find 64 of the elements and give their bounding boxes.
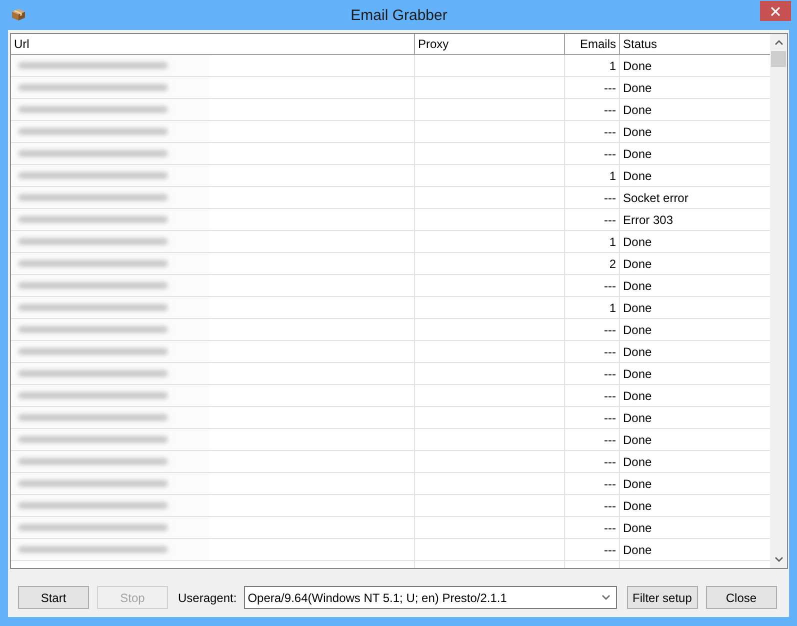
action-button[interactable]: Filter setup [626, 586, 698, 609]
scrollbar-track[interactable] [770, 34, 787, 568]
emails-count: --- [604, 410, 616, 426]
emails-count: --- [604, 124, 616, 140]
emails-count: --- [604, 520, 616, 536]
emails-count: 1 [609, 58, 616, 74]
chevron-up-icon[interactable] [774, 40, 782, 45]
emails-count: --- [604, 212, 616, 228]
emails-count: 1 [609, 234, 616, 250]
status-text: Error 303 [623, 212, 674, 228]
cardboard-box-icon [11, 8, 26, 21]
emails-count: --- [604, 80, 616, 96]
emails-count: --- [604, 542, 616, 558]
useragent-label: Useragent: [178, 590, 237, 606]
status-text: Done [623, 124, 652, 140]
close-icon [771, 6, 780, 16]
action-button[interactable]: Start [18, 586, 89, 609]
status-text: Done [623, 58, 652, 74]
emails-count: --- [604, 344, 616, 360]
status-text: Done [623, 410, 652, 426]
status-text: Done [623, 542, 652, 558]
chevron-down-icon[interactable] [774, 557, 782, 562]
status-text: Done [623, 454, 652, 470]
status-text: Done [623, 146, 652, 162]
emails-count: --- [604, 432, 616, 448]
status-text: Done [623, 102, 652, 118]
useragent-dropdown[interactable]: Opera/9.64(Windows NT 5.1; U; en) Presto/2.1.1 [244, 586, 617, 609]
status-text: Done [623, 520, 652, 536]
status-text: Done [623, 388, 652, 404]
status-text: Done [623, 322, 652, 338]
emails-count: --- [604, 322, 616, 338]
emails-count: --- [604, 476, 616, 492]
emails-count: --- [604, 278, 616, 294]
status-text: Done [623, 432, 652, 448]
column-header[interactable]: Emails [565, 34, 620, 54]
status-text: Done [623, 234, 652, 250]
status-text: Done [623, 278, 652, 294]
column-header[interactable]: Url [11, 34, 415, 54]
window-title: Email Grabber [350, 7, 448, 25]
status-text: Done [623, 80, 652, 96]
emails-count: 1 [609, 168, 616, 184]
scrollbar-thumb[interactable] [771, 51, 786, 67]
column-header[interactable]: Proxy [415, 34, 565, 54]
action-button[interactable]: Close [706, 586, 777, 609]
emails-count: --- [604, 454, 616, 470]
emails-count: --- [604, 190, 616, 206]
status-text: Done [623, 366, 652, 382]
status-text: Done [623, 168, 652, 184]
column-header[interactable]: Status [620, 34, 770, 54]
window-close-button[interactable] [760, 1, 791, 21]
status-text: Done [623, 476, 652, 492]
status-text: Done [623, 256, 652, 272]
status-text: Done [623, 344, 652, 360]
emails-count: --- [604, 388, 616, 404]
chevron-down-icon [602, 595, 610, 600]
emails-count: --- [604, 366, 616, 382]
status-text: Done [623, 498, 652, 514]
emails-count: --- [604, 498, 616, 514]
emails-count: --- [604, 102, 616, 118]
status-text: Done [623, 300, 652, 316]
emails-count: --- [604, 146, 616, 162]
status-text: Socket error [623, 190, 688, 206]
emails-count: 1 [609, 300, 616, 316]
emails-count: 2 [609, 256, 616, 272]
